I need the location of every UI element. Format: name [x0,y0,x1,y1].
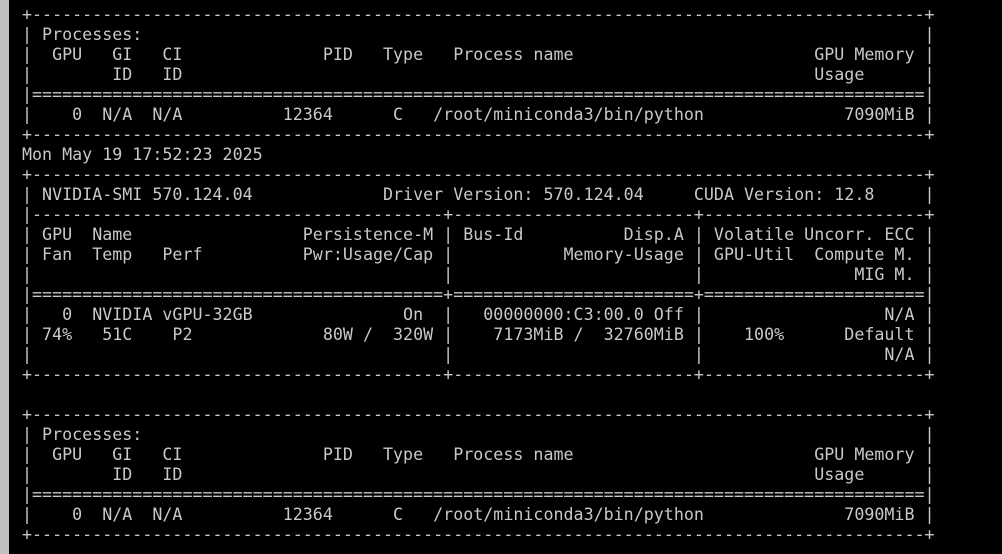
gpu-header-row-3: | | | MIG M. | [22,265,935,284]
table-border-top-2: +---------------------------------------… [22,405,935,424]
gpu-header-row-1: | GPU Name Persistence-M | Bus-Id Disp.A… [22,225,935,244]
processes-header-row-b: | GPU GI CI PID Type Process name GPU Me… [22,445,935,464]
processes-header-separator: |=======================================… [22,85,935,104]
table-border-top: +---------------------------------------… [22,5,935,24]
gpu-row-2: | 74% 51C P2 80W / 320W | 7173MiB / 3276… [22,325,935,344]
processes-header-separator-2: |=======================================… [22,485,935,504]
process-row-2: | 0 N/A N/A 12364 C /root/miniconda3/bin… [22,505,935,524]
processes-header-row: | GPU GI CI PID Type Process name GPU Me… [22,45,935,64]
processes-header-row-2: | ID ID Usage | [22,65,935,84]
table-border-bottom-2: +---------------------------------------… [22,525,935,544]
gpu-header-separator: |=======================================… [22,285,935,304]
terminal-output[interactable]: +---------------------------------------… [22,5,935,545]
table-border-bottom: +---------------------------------------… [22,125,935,144]
smi-section-divider: |---------------------------------------… [22,205,935,224]
gpu-row-3: | | | N/A | [22,345,935,364]
timestamp-line: Mon May 19 17:52:23 2025 [22,145,263,164]
process-row: | 0 N/A N/A 12364 C /root/miniconda3/bin… [22,105,935,124]
processes-heading-2: | Processes: | [22,425,935,444]
gpu-row-1: | 0 NVIDIA vGPU-32GB On | 00000000:C3:00… [22,305,935,324]
processes-heading: | Processes: | [22,25,935,44]
gpu-table-border-bottom: +---------------------------------------… [22,365,935,384]
gpu-header-row-2: | Fan Temp Perf Pwr:Usage/Cap | Memory-U… [22,245,935,264]
window-left-edge [0,0,9,554]
smi-version-row: | NVIDIA-SMI 570.124.04 Driver Version: … [22,185,935,204]
smi-border-top: +---------------------------------------… [22,165,935,184]
processes-header-row-b2: | ID ID Usage | [22,465,935,484]
